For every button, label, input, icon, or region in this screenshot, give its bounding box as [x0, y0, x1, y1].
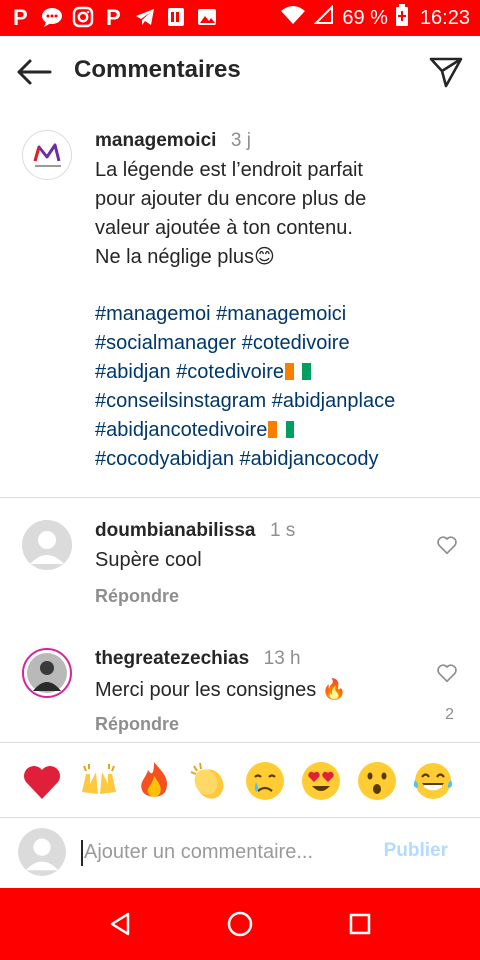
heart-icon — [437, 536, 457, 555]
ivory-coast-flag-icon — [268, 418, 295, 438]
ivory-coast-flag-icon — [285, 360, 311, 380]
hashtag-line[interactable]: #abidjancotedivoire — [95, 416, 395, 445]
raised-hands-emoji-button[interactable] — [77, 759, 121, 803]
recents-square-icon — [349, 913, 371, 935]
svg-text:P: P — [13, 6, 28, 28]
nav-home-button[interactable] — [222, 906, 258, 942]
pdf-icon — [165, 6, 187, 28]
like-button[interactable] — [436, 662, 458, 684]
text-cursor — [81, 840, 83, 866]
comment-time: 13 h — [263, 648, 301, 669]
nav-recents-button[interactable] — [342, 906, 378, 942]
reply-button[interactable]: Répondre — [95, 714, 179, 735]
paper-plane-icon — [429, 57, 463, 88]
back-triangle-icon — [110, 912, 130, 936]
red-heart-emoji-button[interactable] — [20, 759, 64, 803]
heart-icon — [437, 664, 457, 683]
heart-eyes-icon — [302, 762, 340, 800]
battery-icon — [395, 4, 408, 32]
hashtag-line[interactable]: #managemoi #managemoici — [95, 300, 395, 329]
avatar[interactable] — [22, 130, 72, 180]
red-heart-icon — [24, 766, 60, 799]
comment-item: doumbianabilissa 1 s Supère cool Répondr… — [0, 520, 480, 640]
surprised-face-icon — [358, 762, 396, 800]
instagram-icon — [72, 6, 94, 28]
hashtag-line[interactable]: #socialmanager #cotedivoire — [95, 329, 395, 358]
default-avatar-icon — [18, 828, 66, 876]
raised-hands-icon — [82, 764, 116, 794]
clock: 16:23 — [419, 6, 470, 29]
comment-input[interactable] — [84, 836, 354, 868]
like-count: 2 — [445, 706, 454, 723]
emoji-reaction-bar — [0, 742, 480, 818]
heart-eyes-emoji-button[interactable] — [299, 759, 343, 803]
comment-text: Merci pour les consignes 🔥 — [95, 679, 347, 701]
crying-face-icon — [246, 762, 284, 800]
comment-time: 1 s — [269, 520, 296, 541]
caption-text: La légende est l’endroit parfait pour aj… — [95, 156, 455, 272]
back-button[interactable] — [14, 52, 54, 92]
svg-text:P: P — [106, 6, 121, 28]
publish-button[interactable]: Publier — [384, 840, 448, 862]
comment-composer: Publier — [0, 818, 480, 888]
surprised-face-emoji-button[interactable] — [355, 759, 399, 803]
telegram-icon — [134, 6, 156, 28]
current-user-avatar — [18, 828, 66, 876]
wifi-icon — [280, 5, 306, 31]
messages-icon — [41, 6, 63, 28]
comment-text: Supère cool — [95, 549, 202, 571]
tears-of-joy-emoji-button[interactable] — [411, 759, 455, 803]
caption-time: 3 j — [230, 130, 251, 151]
hashtags: #managemoi #managemoici #socialmanager #… — [95, 300, 395, 474]
caption-line: Ne la néglige plus😊 — [95, 246, 275, 268]
reply-button[interactable]: Répondre — [95, 586, 179, 607]
fire-icon — [141, 762, 168, 797]
tears-of-joy-icon — [413, 763, 453, 799]
home-circle-icon — [227, 911, 253, 937]
battery-percent: 69 % — [342, 6, 388, 29]
user-photo-icon — [27, 653, 67, 693]
page-title: Commentaires — [74, 56, 241, 83]
caption-line: La légende est l’endroit parfait — [95, 159, 363, 181]
status-bar: P P 69 % 16:23 — [0, 0, 480, 36]
comment-username[interactable]: doumbianabilissa — [95, 520, 255, 541]
hashtag-line[interactable]: #conseilsinstagram #abidjanplace — [95, 387, 395, 416]
nav-back-button[interactable] — [102, 906, 138, 942]
post-caption: managemoici 3 j La légende est l’endroit… — [0, 118, 480, 498]
caption-line: valeur ajoutée à ton contenu. — [95, 217, 353, 239]
fire-emoji-button[interactable] — [132, 759, 176, 803]
system-nav-bar — [0, 888, 480, 960]
comment-username[interactable]: thegreatezechias — [95, 648, 249, 669]
hashtag-line[interactable]: #cocodyabidjan #abidjancocody — [95, 445, 395, 474]
signal-icon — [313, 4, 334, 31]
managemoici-logo-icon — [33, 143, 61, 167]
gallery-icon — [196, 6, 218, 28]
caption-username[interactable]: managemoici — [95, 130, 216, 151]
top-bar: Commentaires — [0, 36, 480, 108]
clapping-hands-icon — [190, 762, 224, 799]
share-button[interactable] — [426, 52, 466, 92]
pinterest-icon: P — [10, 6, 32, 28]
clapping-hands-emoji-button[interactable] — [187, 759, 231, 803]
avatar[interactable] — [22, 520, 72, 570]
caption-line: pour ajouter du encore plus de — [95, 188, 367, 210]
hashtag-line[interactable]: #abidjan #cotedivoire — [95, 358, 395, 387]
crying-face-emoji-button[interactable] — [243, 759, 287, 803]
arrow-left-icon — [17, 59, 52, 85]
like-button[interactable] — [436, 534, 458, 556]
default-avatar-icon — [22, 520, 72, 570]
pinterest-icon: P — [103, 6, 125, 28]
avatar[interactable] — [22, 648, 72, 698]
